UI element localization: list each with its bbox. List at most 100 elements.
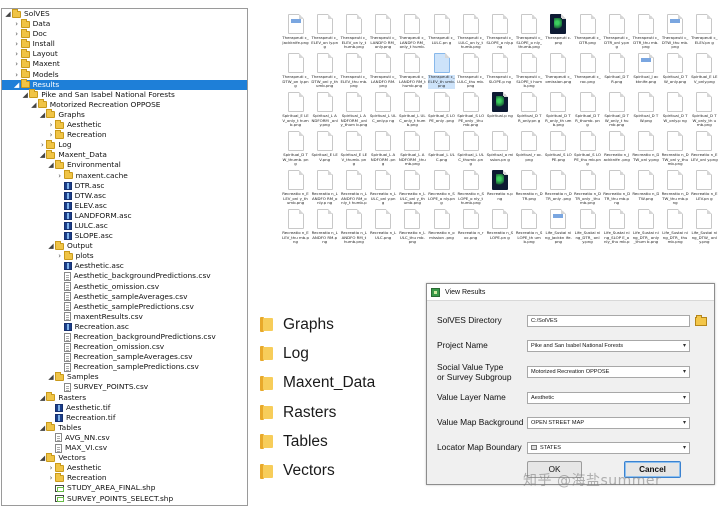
file-thumbnail[interactable]: Life_Sustai ning_DTR_ only_thum b.png xyxy=(632,209,659,245)
file-thumbnail[interactable]: Recreatio n_LULC_thu mb.png xyxy=(399,209,426,245)
file-thumbnail[interactable]: Therapeuti c_LANDFO RM.png xyxy=(370,53,397,89)
expand-arrow-icon[interactable]: ◢ xyxy=(4,9,12,19)
file-thumbnail[interactable]: Therapeuti c_LANDFO RM_thumb.png xyxy=(399,53,426,89)
file-thumbnail[interactable]: Therapeuti c_DTR_onl y.png xyxy=(603,14,630,50)
file-thumbnail[interactable]: Life_Sustai ning_SLOP E_only_thu mb.png xyxy=(603,209,630,245)
tree-node[interactable]: ◢ Rasters xyxy=(2,392,247,403)
collapse-arrow-icon[interactable]: › xyxy=(47,130,55,140)
file-thumbnail[interactable]: Therapeuti c_ELEV_th umb.png xyxy=(428,53,455,89)
file-thumbnail[interactable]: Therapeuti c_SLOPE_t humb.png xyxy=(516,53,543,89)
project-name-dropdown[interactable]: Pike and San Isabel National Forests ▾ xyxy=(527,340,690,352)
tree-node[interactable]: › Layout xyxy=(2,48,247,59)
thumbnail-grid[interactable]: Therapeuti c_Jackknife.png Therapeuti c_E… xyxy=(282,14,720,254)
tree-node[interactable]: Aesthetic_samplePredictions.csv xyxy=(2,302,247,312)
file-thumbnail[interactable]: Therapeuti c_SLOPE_o nly_thumb.png xyxy=(516,14,543,50)
expand-arrow-icon[interactable]: ◢ xyxy=(47,160,55,170)
file-thumbnail[interactable]: Recreatio n_LANDFO RM_only.p ng xyxy=(311,170,338,206)
file-thumbnail[interactable]: Spiritual_L ANDFORM _thumb.png xyxy=(399,131,426,167)
collapse-arrow-icon[interactable]: › xyxy=(47,120,55,130)
expand-arrow-icon[interactable]: ◢ xyxy=(38,150,46,160)
tree-node[interactable]: ◢ Graphs xyxy=(2,109,247,120)
tree-node[interactable]: LULC.asc xyxy=(2,221,247,231)
file-thumbnail[interactable]: Therapeuti c_DTW_on ly.png xyxy=(282,53,309,89)
file-thumbnail[interactable]: Spiritual_S LOPE.png xyxy=(545,131,572,167)
tree-node[interactable]: ◢ Maxent_Data xyxy=(2,149,247,160)
tree-node[interactable]: › Data xyxy=(2,18,247,29)
file-thumbnail[interactable]: Recreatio n_DTW.png xyxy=(632,170,659,206)
file-thumbnail[interactable]: Therapeuti c_ELEV_on ly_thumb.png xyxy=(340,14,367,50)
file-thumbnail[interactable]: Spiritual_E LEV_thumb. png xyxy=(340,131,367,167)
tree-node[interactable]: ◢ Vectors xyxy=(2,452,247,463)
file-thumbnail[interactable]: Spiritual_J ackknife.png xyxy=(632,53,659,89)
solves-directory-field[interactable]: C:/SolVES xyxy=(527,315,690,327)
file-thumbnail[interactable]: Recreatio n_ELEV_thu mb.png xyxy=(282,209,309,245)
file-thumbnail[interactable]: Spiritual_S LOPE_thu mb.png xyxy=(574,131,601,167)
file-thumbnail[interactable]: Recreatio n_SLOPE_th umb.png xyxy=(516,209,543,245)
tree-node[interactable]: ◢ Results xyxy=(2,79,247,90)
collapse-arrow-icon[interactable]: › xyxy=(13,39,21,49)
collapse-arrow-icon[interactable]: › xyxy=(38,140,46,150)
expand-arrow-icon[interactable]: ◢ xyxy=(38,393,46,403)
file-thumbnail[interactable]: Spiritual_D TW_only.p ng xyxy=(662,92,689,128)
tree-node[interactable]: › plots xyxy=(2,250,247,261)
file-thumbnail[interactable]: Spiritual_L ULC_only.p ng xyxy=(370,92,397,128)
file-thumbnail[interactable]: Recreatio n_DTR_thu mb.png xyxy=(603,170,630,206)
tree-node[interactable]: Recreation_backgroundPredictions.csv xyxy=(2,332,247,342)
file-thumbnail[interactable]: Recreatio n_omission .png xyxy=(428,209,455,245)
file-thumbnail[interactable]: Spiritual_L ANDFORM _only.png xyxy=(311,92,338,128)
file-thumbnail[interactable]: Recreatio n_DTR_only _thumb.png xyxy=(574,170,601,206)
file-thumbnail[interactable]: Therapeuti c_DTR_thu mb.png xyxy=(632,14,659,50)
file-thumbnail[interactable]: Spiritual_D TW.png xyxy=(632,92,659,128)
file-thumbnail[interactable]: Therapeuti c_SLOPE.p ng xyxy=(486,53,513,89)
file-thumbnail[interactable]: Spiritual_o mission.pn g xyxy=(486,131,513,167)
file-thumbnail[interactable]: Recreatio n_DTW_onl y.png xyxy=(632,131,659,167)
folder-tree[interactable]: ◢ SolVES › Data › Doc › Install › Layout › Maxent › M… xyxy=(1,8,248,506)
file-thumbnail[interactable]: Therapeuti c_ELEV_on ly.png xyxy=(311,14,338,50)
file-thumbnail[interactable]: Life_Sustai ning_DTR_ thumb.png xyxy=(662,209,689,245)
file-thumbnail[interactable]: Spiritual_D TR_only.pn g xyxy=(516,92,543,128)
value-map-background-dropdown[interactable]: OPEN STREET MAP ▾ xyxy=(527,417,690,429)
tree-node[interactable]: ◢ Environmental xyxy=(2,159,247,170)
tree-node[interactable]: ELEV.asc xyxy=(2,201,247,211)
folder-list-item[interactable]: Vectors xyxy=(260,456,410,485)
collapse-arrow-icon[interactable]: › xyxy=(47,473,55,483)
tree-node[interactable]: STUDY_AREA_FINAL.shp xyxy=(2,483,247,493)
file-thumbnail[interactable]: Recreatio n_SLOPE_o nly_thumb.png xyxy=(457,170,484,206)
file-thumbnail[interactable]: Therapeuti c_DTR.png xyxy=(574,14,601,50)
expand-arrow-icon[interactable]: ◢ xyxy=(38,453,46,463)
file-thumbnail[interactable]: Spiritual_E LEV_only.png xyxy=(691,53,718,89)
file-thumbnail[interactable]: Therapeuti c_LULC.pn g xyxy=(428,14,455,50)
file-thumbnail[interactable]: Recreatio n_ELEV.pn g xyxy=(691,170,718,206)
collapse-arrow-icon[interactable]: › xyxy=(13,70,21,80)
expand-arrow-icon[interactable]: ◢ xyxy=(38,423,46,433)
tree-node[interactable]: › Aesthetic xyxy=(2,119,247,130)
folder-list-item[interactable]: Tables xyxy=(260,427,410,456)
file-thumbnail[interactable]: Spiritual_L ANDFORM _only_thum b.png xyxy=(340,92,367,128)
tree-node[interactable]: ◢ Output xyxy=(2,240,247,251)
file-thumbnail[interactable]: Recreatio n_Jackknife .png xyxy=(603,131,630,167)
collapse-arrow-icon[interactable]: › xyxy=(56,251,64,261)
tree-node[interactable]: ◢ SolVES xyxy=(2,9,247,19)
file-thumbnail[interactable]: Recreatio n_SLOPE_o nly.png xyxy=(428,170,455,206)
tree-node[interactable]: Recreation_samplePredictions.csv xyxy=(2,362,247,372)
file-thumbnail[interactable]: Spiritual_E LEV.png xyxy=(311,131,338,167)
tree-node[interactable]: SLOPE.asc xyxy=(2,231,247,241)
collapse-arrow-icon[interactable]: › xyxy=(13,19,21,29)
folder-list-item[interactable]: Rasters xyxy=(260,398,410,427)
tree-node[interactable]: ◢ Tables xyxy=(2,422,247,433)
file-thumbnail[interactable]: Therapeuti c_roc.png xyxy=(574,53,601,89)
expand-arrow-icon[interactable]: ◢ xyxy=(30,100,38,110)
tree-node[interactable]: Recreation.asc xyxy=(2,322,247,332)
expand-arrow-icon[interactable]: ◢ xyxy=(13,80,21,90)
collapse-arrow-icon[interactable]: › xyxy=(47,463,55,473)
tree-node[interactable]: Recreation_omission.csv xyxy=(2,342,247,352)
tree-node[interactable]: Aesthetic_omission.csv xyxy=(2,282,247,292)
folder-list-item[interactable]: Log xyxy=(260,339,410,368)
file-thumbnail[interactable]: Life_Sustai ning_Jackkn ife.png xyxy=(545,209,572,245)
tree-node[interactable]: ◢ Motorized Recreation OPPOSE xyxy=(2,99,247,110)
tree-node[interactable]: DTR.asc xyxy=(2,181,247,191)
tree-node[interactable]: › maxent.cache xyxy=(2,170,247,181)
browse-folder-icon[interactable] xyxy=(695,315,707,326)
tree-node[interactable]: maxentResults.csv xyxy=(2,312,247,322)
folder-list[interactable]: Graphs Log Maxent_Data Rasters Tables Vectors xyxy=(260,310,410,486)
